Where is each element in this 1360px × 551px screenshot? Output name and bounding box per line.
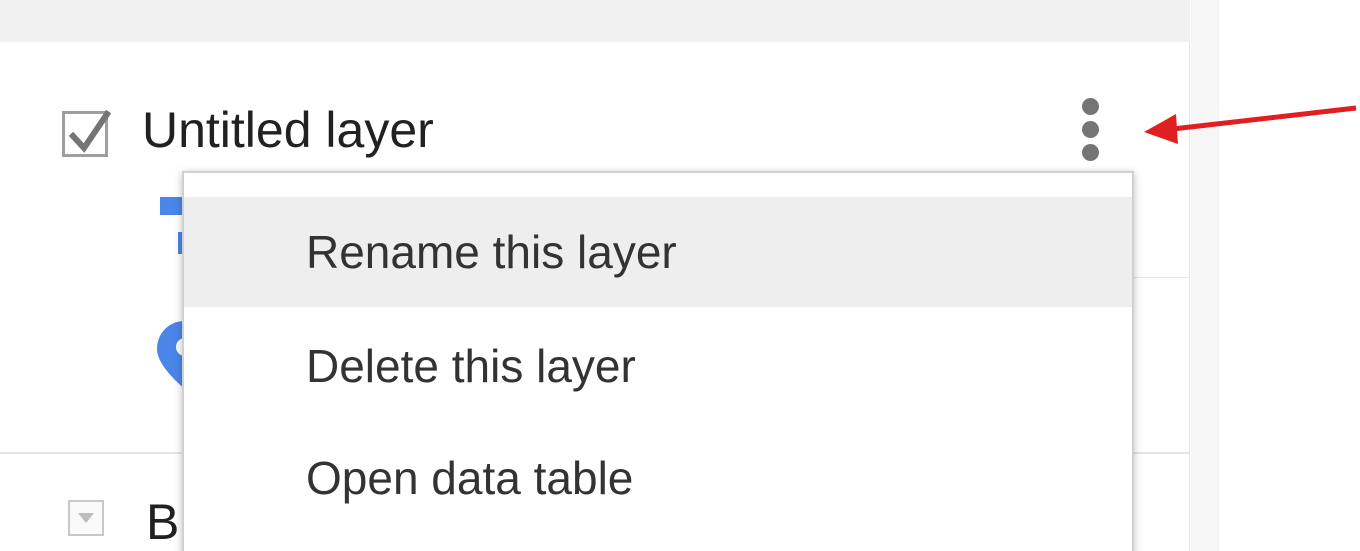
menu-item-label: Delete this layer xyxy=(306,340,636,392)
menu-item-open-data-table[interactable]: Open data table xyxy=(184,423,1132,533)
annotation-arrow-icon xyxy=(1144,105,1357,144)
style-icon[interactable] xyxy=(160,197,182,215)
triangle-down-icon xyxy=(78,513,94,523)
menu-item-label: Open data table xyxy=(306,452,634,504)
expand-base-map-button[interactable] xyxy=(68,500,104,536)
map-edge xyxy=(1191,0,1219,551)
menu-item-label: Rename this layer xyxy=(306,226,677,278)
checkmark-icon xyxy=(68,109,111,153)
base-map-label: B xyxy=(146,494,180,550)
layer-options-menu: Rename this layer Delete this layer Open… xyxy=(182,171,1134,551)
layer-title[interactable]: Untitled layer xyxy=(142,100,434,160)
panel-header xyxy=(0,0,1190,42)
menu-item-delete-layer[interactable]: Delete this layer xyxy=(184,311,1132,421)
menu-item-rename-layer[interactable]: Rename this layer xyxy=(184,197,1132,307)
map-pin-icon[interactable] xyxy=(155,319,182,391)
divider xyxy=(1132,277,1190,278)
layer-visibility-checkbox[interactable] xyxy=(62,109,111,157)
more-vert-icon[interactable] xyxy=(1074,94,1108,164)
